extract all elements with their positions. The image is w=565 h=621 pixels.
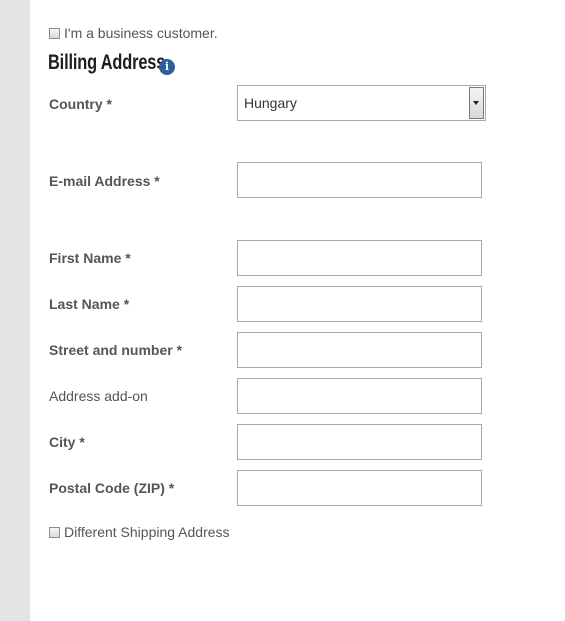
business-customer-checkbox[interactable]	[49, 27, 60, 39]
business-customer-label: I'm a business customer.	[64, 25, 218, 41]
chevron-down-icon	[473, 101, 479, 105]
address-addon-label: Address add-on	[49, 388, 148, 404]
city-label: City *	[49, 434, 85, 450]
address-addon-field[interactable]	[237, 378, 482, 414]
left-gutter	[0, 0, 30, 621]
last-name-label: Last Name *	[49, 296, 130, 312]
postal-code-field[interactable]	[237, 470, 482, 506]
country-select[interactable]: Hungary	[237, 85, 486, 121]
country-label: Country *	[49, 96, 112, 112]
different-shipping-label: Different Shipping Address	[64, 524, 230, 540]
first-name-field[interactable]	[237, 240, 482, 276]
postal-code-label: Postal Code (ZIP) *	[49, 480, 175, 496]
email-field[interactable]	[237, 162, 482, 198]
street-label: Street and number *	[49, 342, 183, 358]
email-label: E-mail Address *	[49, 173, 160, 189]
checkout-page: I'm a business customer. Billing Address…	[0, 0, 565, 621]
different-shipping-checkbox[interactable]	[49, 526, 60, 538]
business-customer-option[interactable]: I'm a business customer.	[49, 25, 218, 41]
country-select-value: Hungary	[244, 95, 297, 111]
last-name-field[interactable]	[237, 286, 482, 322]
first-name-label: First Name *	[49, 250, 131, 266]
different-shipping-option[interactable]: Different Shipping Address	[49, 524, 230, 540]
city-field[interactable]	[237, 424, 482, 460]
street-field[interactable]	[237, 332, 482, 368]
info-icon[interactable]: i	[159, 59, 175, 75]
country-dropdown-button[interactable]	[469, 87, 484, 119]
billing-address-heading: Billing Address i	[48, 51, 198, 75]
billing-address-title: Billing Address	[48, 51, 166, 74]
